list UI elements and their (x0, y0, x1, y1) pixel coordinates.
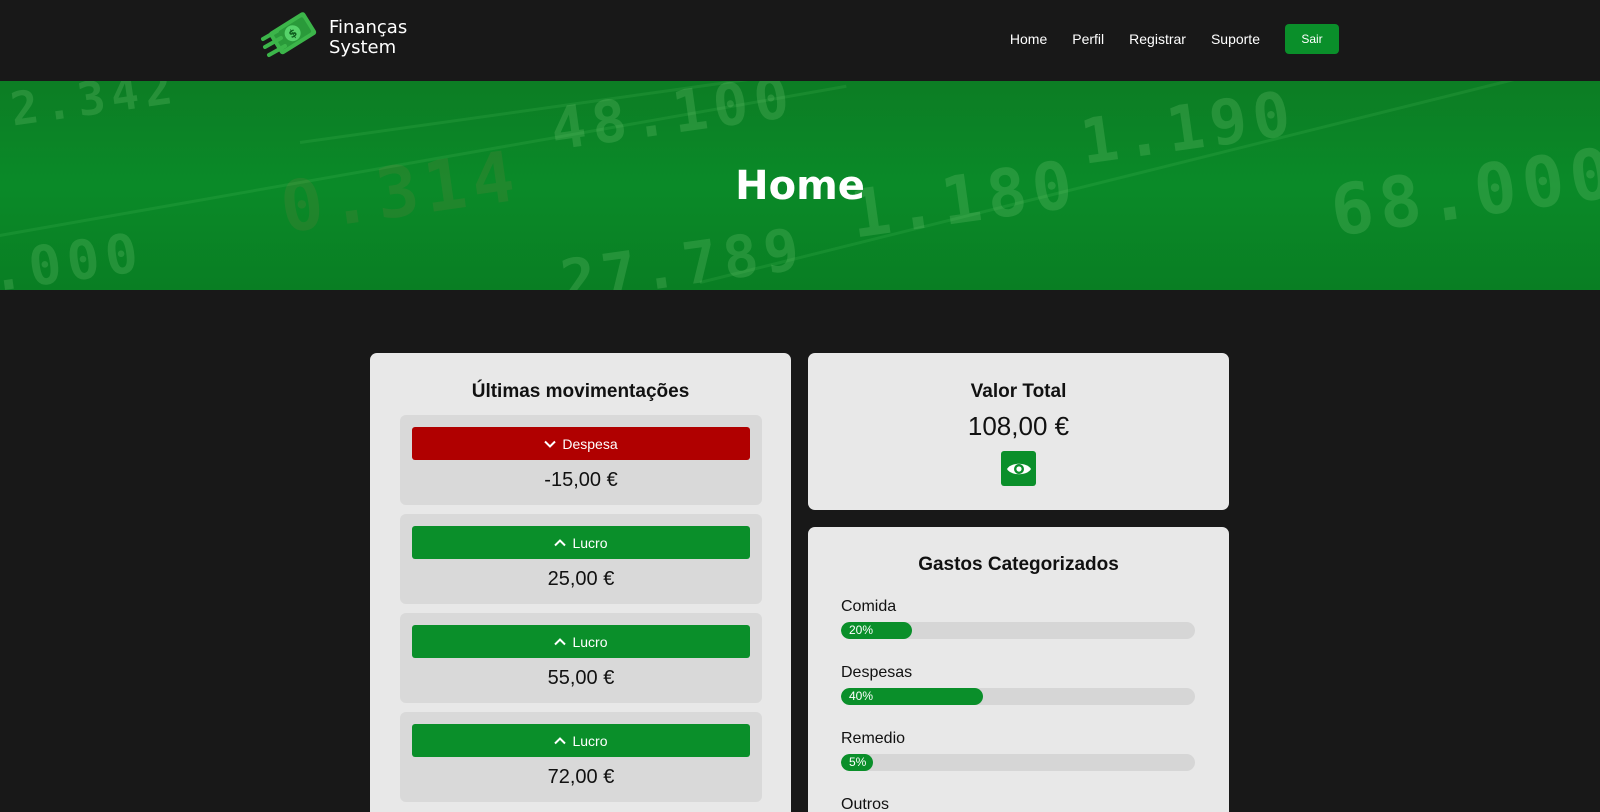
movement-type-label: Lucro (572, 633, 608, 650)
category-row: Outros (841, 796, 1195, 812)
movement-type-badge[interactable]: Lucro (412, 526, 750, 559)
chevron-up-icon (554, 736, 567, 744)
eye-icon (1006, 463, 1031, 474)
brand-line1: Finanças (329, 17, 408, 38)
movement-type-label: Lucro (572, 732, 608, 749)
category-progress-bar: 5% (841, 754, 1195, 771)
hero-decoration-numbers: 2.342 (7, 81, 182, 137)
movement-type-badge[interactable]: Despesa (412, 427, 750, 460)
main-nav: Home Perfil Registrar Suporte Sair (1010, 24, 1339, 54)
movements-card: Últimas movimentações Despesa -15,00 € L… (370, 353, 791, 812)
page-title: Home (735, 163, 865, 209)
brand-logo-link[interactable]: $ Finanças System (259, 11, 407, 65)
movement-item: Lucro 55,00 € (400, 613, 762, 703)
logout-button[interactable]: Sair (1285, 24, 1339, 54)
hero-decoration-numbers: 27.789 (556, 214, 810, 290)
movement-item: Despesa -15,00 € (400, 415, 762, 505)
category-progress-fill: 20% (841, 622, 912, 639)
chevron-up-icon (554, 637, 567, 645)
category-label: Outros (841, 796, 890, 812)
movement-item: Lucro 25,00 € (400, 514, 762, 604)
movement-value: 25,00 € (547, 568, 615, 590)
categories-card: Gastos Categorizados Comida 20% Despesas… (808, 527, 1229, 812)
category-row: Despesas 40% (841, 664, 1195, 705)
movement-type-badge[interactable]: Lucro (412, 625, 750, 658)
categories-title: Gastos Categorizados (918, 554, 1119, 575)
movement-value: -15,00 € (544, 469, 618, 491)
total-value: 108,00 € (967, 411, 1070, 441)
nav-link-registrar[interactable]: Registrar (1129, 31, 1186, 47)
movement-value: 72,00 € (547, 766, 615, 788)
brand-line2: System (329, 37, 397, 58)
category-progress-fill: 5% (841, 754, 873, 771)
category-row: Remedio 5% (841, 730, 1195, 771)
brand-name: Finanças System (329, 18, 407, 58)
money-logo-icon: $ (259, 9, 325, 68)
chevron-down-icon (544, 440, 557, 448)
nav-link-perfil[interactable]: Perfil (1072, 31, 1104, 47)
category-progress-bar: 20% (841, 622, 1195, 639)
category-label: Despesas (841, 664, 913, 681)
nav-link-suporte[interactable]: Suporte (1211, 31, 1260, 47)
chevron-up-icon (554, 538, 567, 546)
total-title: Valor Total (970, 381, 1067, 402)
category-progress-bar: 40% (841, 688, 1195, 705)
nav-link-home[interactable]: Home (1010, 31, 1047, 47)
movement-type-label: Despesa (562, 435, 618, 452)
movement-type-label: Lucro (572, 534, 608, 551)
category-row: Comida 20% (841, 598, 1195, 639)
category-label: Comida (841, 598, 897, 615)
total-card: Valor Total 108,00 € (808, 353, 1229, 510)
movement-item: Lucro 72,00 € (400, 712, 762, 802)
hero-decoration-numbers: 48.100 (546, 81, 800, 164)
top-navbar: $ Finanças System Home Perfil Registrar … (0, 0, 1600, 81)
movement-value: 55,00 € (547, 667, 615, 689)
hero-banner: 2.342 48.100 1.190 0.314 1.180 68.000 .0… (0, 81, 1600, 290)
category-label: Remedio (841, 730, 906, 747)
movement-type-badge[interactable]: Lucro (412, 724, 750, 757)
category-progress-fill: 40% (841, 688, 983, 705)
toggle-visibility-button[interactable] (1001, 451, 1036, 486)
movements-title: Últimas movimentações (471, 381, 690, 402)
